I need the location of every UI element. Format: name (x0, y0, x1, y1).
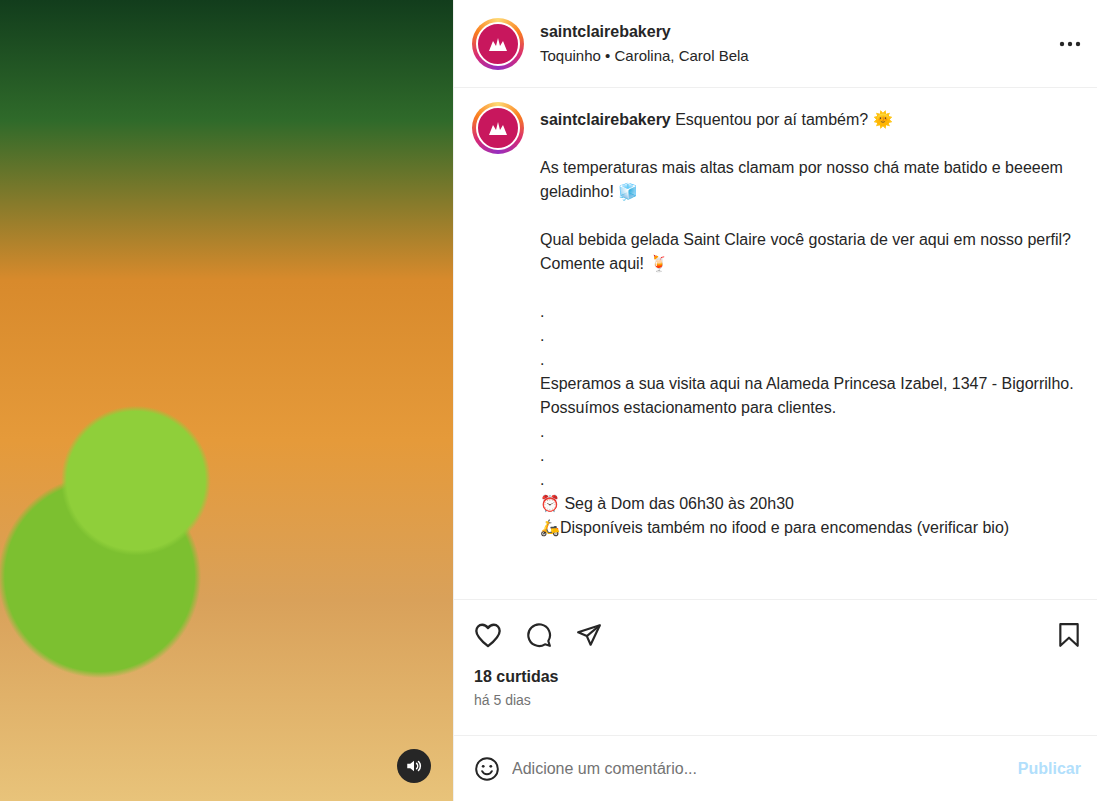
profile-picture (476, 106, 520, 150)
likes-count[interactable]: 18 curtidas (474, 666, 1081, 688)
action-bar (474, 618, 1081, 652)
caption-line: . (540, 348, 1081, 372)
smiley-icon (474, 756, 500, 782)
caption-section: saintclairebakery Esquentou por aí també… (454, 88, 1097, 600)
caption-line: Possuímos estacionamento para clientes. (540, 396, 1081, 420)
post-header: saintclairebakery Toquinho • Carolina, C… (454, 0, 1097, 88)
speaker-icon (405, 757, 423, 775)
caption-line: Esperamos a sua visita aqui na Alameda P… (540, 372, 1081, 396)
caption-line: saintclairebakery Esquentou por aí també… (540, 108, 1081, 132)
caption-line: . (540, 420, 1081, 444)
account-username[interactable]: saintclairebakery (540, 23, 1037, 41)
bakery-logo-icon (487, 35, 509, 53)
caption-line: . (540, 444, 1081, 468)
caption-line: Qual bebida gelada Saint Claire você gos… (540, 228, 1081, 276)
caption-avatar[interactable] (472, 102, 524, 154)
bakery-logo-icon (487, 119, 509, 137)
actions-section: 18 curtidas há 5 dias (454, 600, 1097, 736)
save-button[interactable] (1057, 622, 1081, 648)
paper-plane-icon (576, 622, 602, 648)
bookmark-icon (1057, 622, 1081, 648)
comment-input[interactable] (512, 752, 1004, 786)
like-button[interactable] (474, 622, 502, 648)
publish-button[interactable]: Publicar (1016, 754, 1083, 784)
profile-avatar[interactable] (472, 18, 524, 70)
caption-line: . (540, 468, 1081, 492)
share-button[interactable] (576, 622, 602, 648)
post-location[interactable]: Toquinho • Carolina, Carol Bela (540, 47, 1037, 64)
caption-line: 🛵Disponíveis também no ifood e para enco… (540, 516, 1081, 540)
caption-line: ⏰ Seg à Dom das 06h30 às 20h30 (540, 492, 1081, 516)
comment-box: Publicar (454, 736, 1097, 801)
instagram-post: saintclairebakery Toquinho • Carolina, C… (0, 0, 1097, 801)
more-options-button[interactable] (1053, 35, 1081, 53)
caption-line: As temperaturas mais altas clamam por no… (540, 156, 1081, 204)
profile-picture (476, 22, 520, 66)
caption-text: saintclairebakery Esquentou por aí també… (540, 102, 1081, 540)
post-time[interactable]: há 5 dias (474, 691, 1081, 709)
caption-line: . (540, 324, 1081, 348)
emoji-button[interactable] (474, 756, 500, 782)
heart-icon (474, 622, 502, 648)
post-video[interactable] (0, 0, 453, 801)
comment-button[interactable] (526, 622, 552, 648)
caption-username[interactable]: saintclairebakery (540, 111, 671, 128)
account-info: saintclairebakery Toquinho • Carolina, C… (540, 23, 1037, 64)
more-dots-icon (1059, 41, 1081, 47)
sound-button[interactable] (397, 749, 431, 783)
post-panel: saintclairebakery Toquinho • Carolina, C… (453, 0, 1097, 801)
caption-line: . (540, 300, 1081, 324)
comment-bubble-icon (526, 622, 552, 648)
